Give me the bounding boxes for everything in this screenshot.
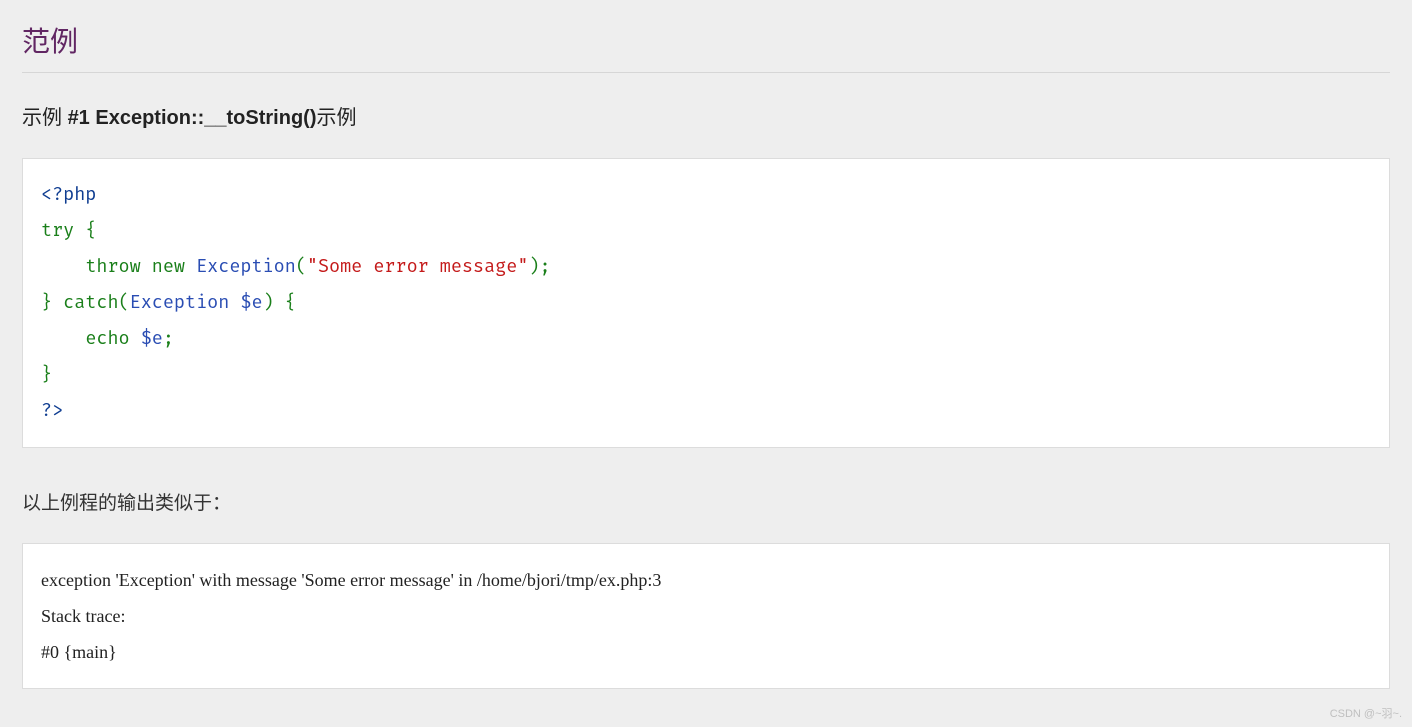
token-indent (41, 327, 85, 350)
output-line-2: Stack trace: (41, 606, 125, 626)
token-brace: } (41, 363, 52, 386)
token-brace: { (285, 291, 296, 314)
token-brace: { (85, 219, 96, 242)
token-class: Exception (130, 291, 230, 314)
token-close-paren: ) (528, 255, 539, 278)
output-line-1: exception 'Exception' with message 'Some… (41, 570, 661, 590)
token-var: $e (240, 291, 262, 314)
token-throw: throw (85, 255, 140, 278)
output-line-3: #0 {main} (41, 642, 117, 662)
token-semi: ; (540, 255, 551, 278)
token-brace: } (41, 291, 52, 314)
token-new: new (152, 255, 185, 278)
token-indent (41, 255, 85, 278)
example-suffix: 示例 (316, 107, 356, 129)
section-title: 范例 (22, 20, 1390, 60)
example-title: 示例 #1 Exception::__toString()示例 (22, 101, 1390, 130)
section-divider (22, 72, 1390, 73)
token-class: Exception (196, 255, 296, 278)
token-try: try (41, 219, 74, 242)
token-echo: echo (85, 327, 129, 350)
token-close-tag: ?> (41, 399, 63, 422)
php-code-block: <?php try { throw new Exception("Some er… (22, 158, 1390, 448)
output-label: 以上例程的输出类似于： (22, 488, 1390, 515)
watermark: CSDN @~羽~. (1330, 705, 1402, 721)
output-block: exception 'Exception' with message 'Some… (22, 543, 1390, 689)
token-open-paren: ( (119, 291, 130, 314)
example-prefix: 示例 (22, 107, 68, 129)
token-open-tag: <?php (41, 183, 96, 206)
token-semi: ; (163, 327, 174, 350)
token-close-paren: ) (263, 291, 274, 314)
token-string: "Some error message" (307, 255, 529, 278)
token-var: $e (141, 327, 163, 350)
token-open-paren: ( (296, 255, 307, 278)
example-number-name: #1 Exception::__toString() (68, 107, 317, 129)
token-catch: catch (63, 291, 118, 314)
